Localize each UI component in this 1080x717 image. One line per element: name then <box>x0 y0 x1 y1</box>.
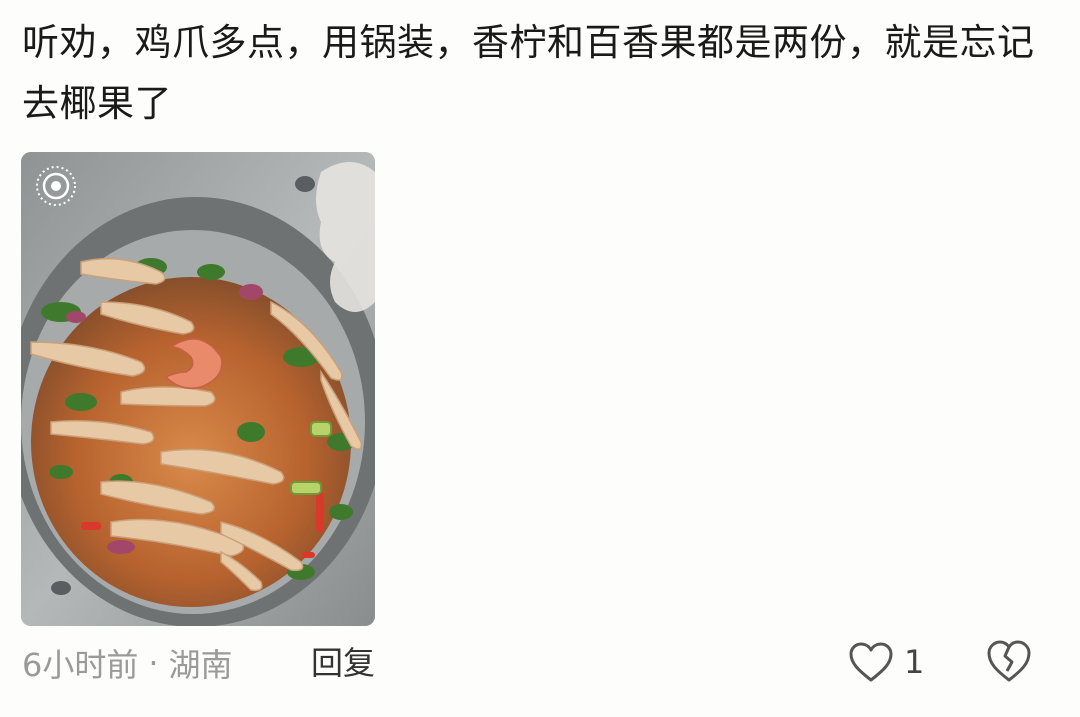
comment-meta: 6小时前 · 湖南 <box>22 640 233 686</box>
like-count: 1 <box>904 643 925 681</box>
reply-button[interactable]: 回复 <box>311 640 375 686</box>
comment-photo[interactable] <box>21 152 375 626</box>
like-button[interactable]: 1 <box>848 638 924 686</box>
comment-item: 听劝，鸡爪多点，用锅装，香柠和百香果都是两份，就是忘记去椰果了 6小时前 · 湖… <box>0 0 1080 717</box>
comment-text: 听劝，鸡爪多点，用锅装，香柠和百香果都是两份，就是忘记去椰果了 <box>22 21 1035 125</box>
heart-icon <box>849 642 893 682</box>
comment-time: 6小时前 <box>22 646 139 684</box>
comment-location: 湖南 <box>168 646 233 684</box>
photo-illustration <box>21 152 375 626</box>
broken-heart-icon <box>987 640 1031 682</box>
live-photo-icon <box>36 166 76 206</box>
meta-separator: · <box>148 644 159 682</box>
dislike-button[interactable] <box>985 638 1033 686</box>
